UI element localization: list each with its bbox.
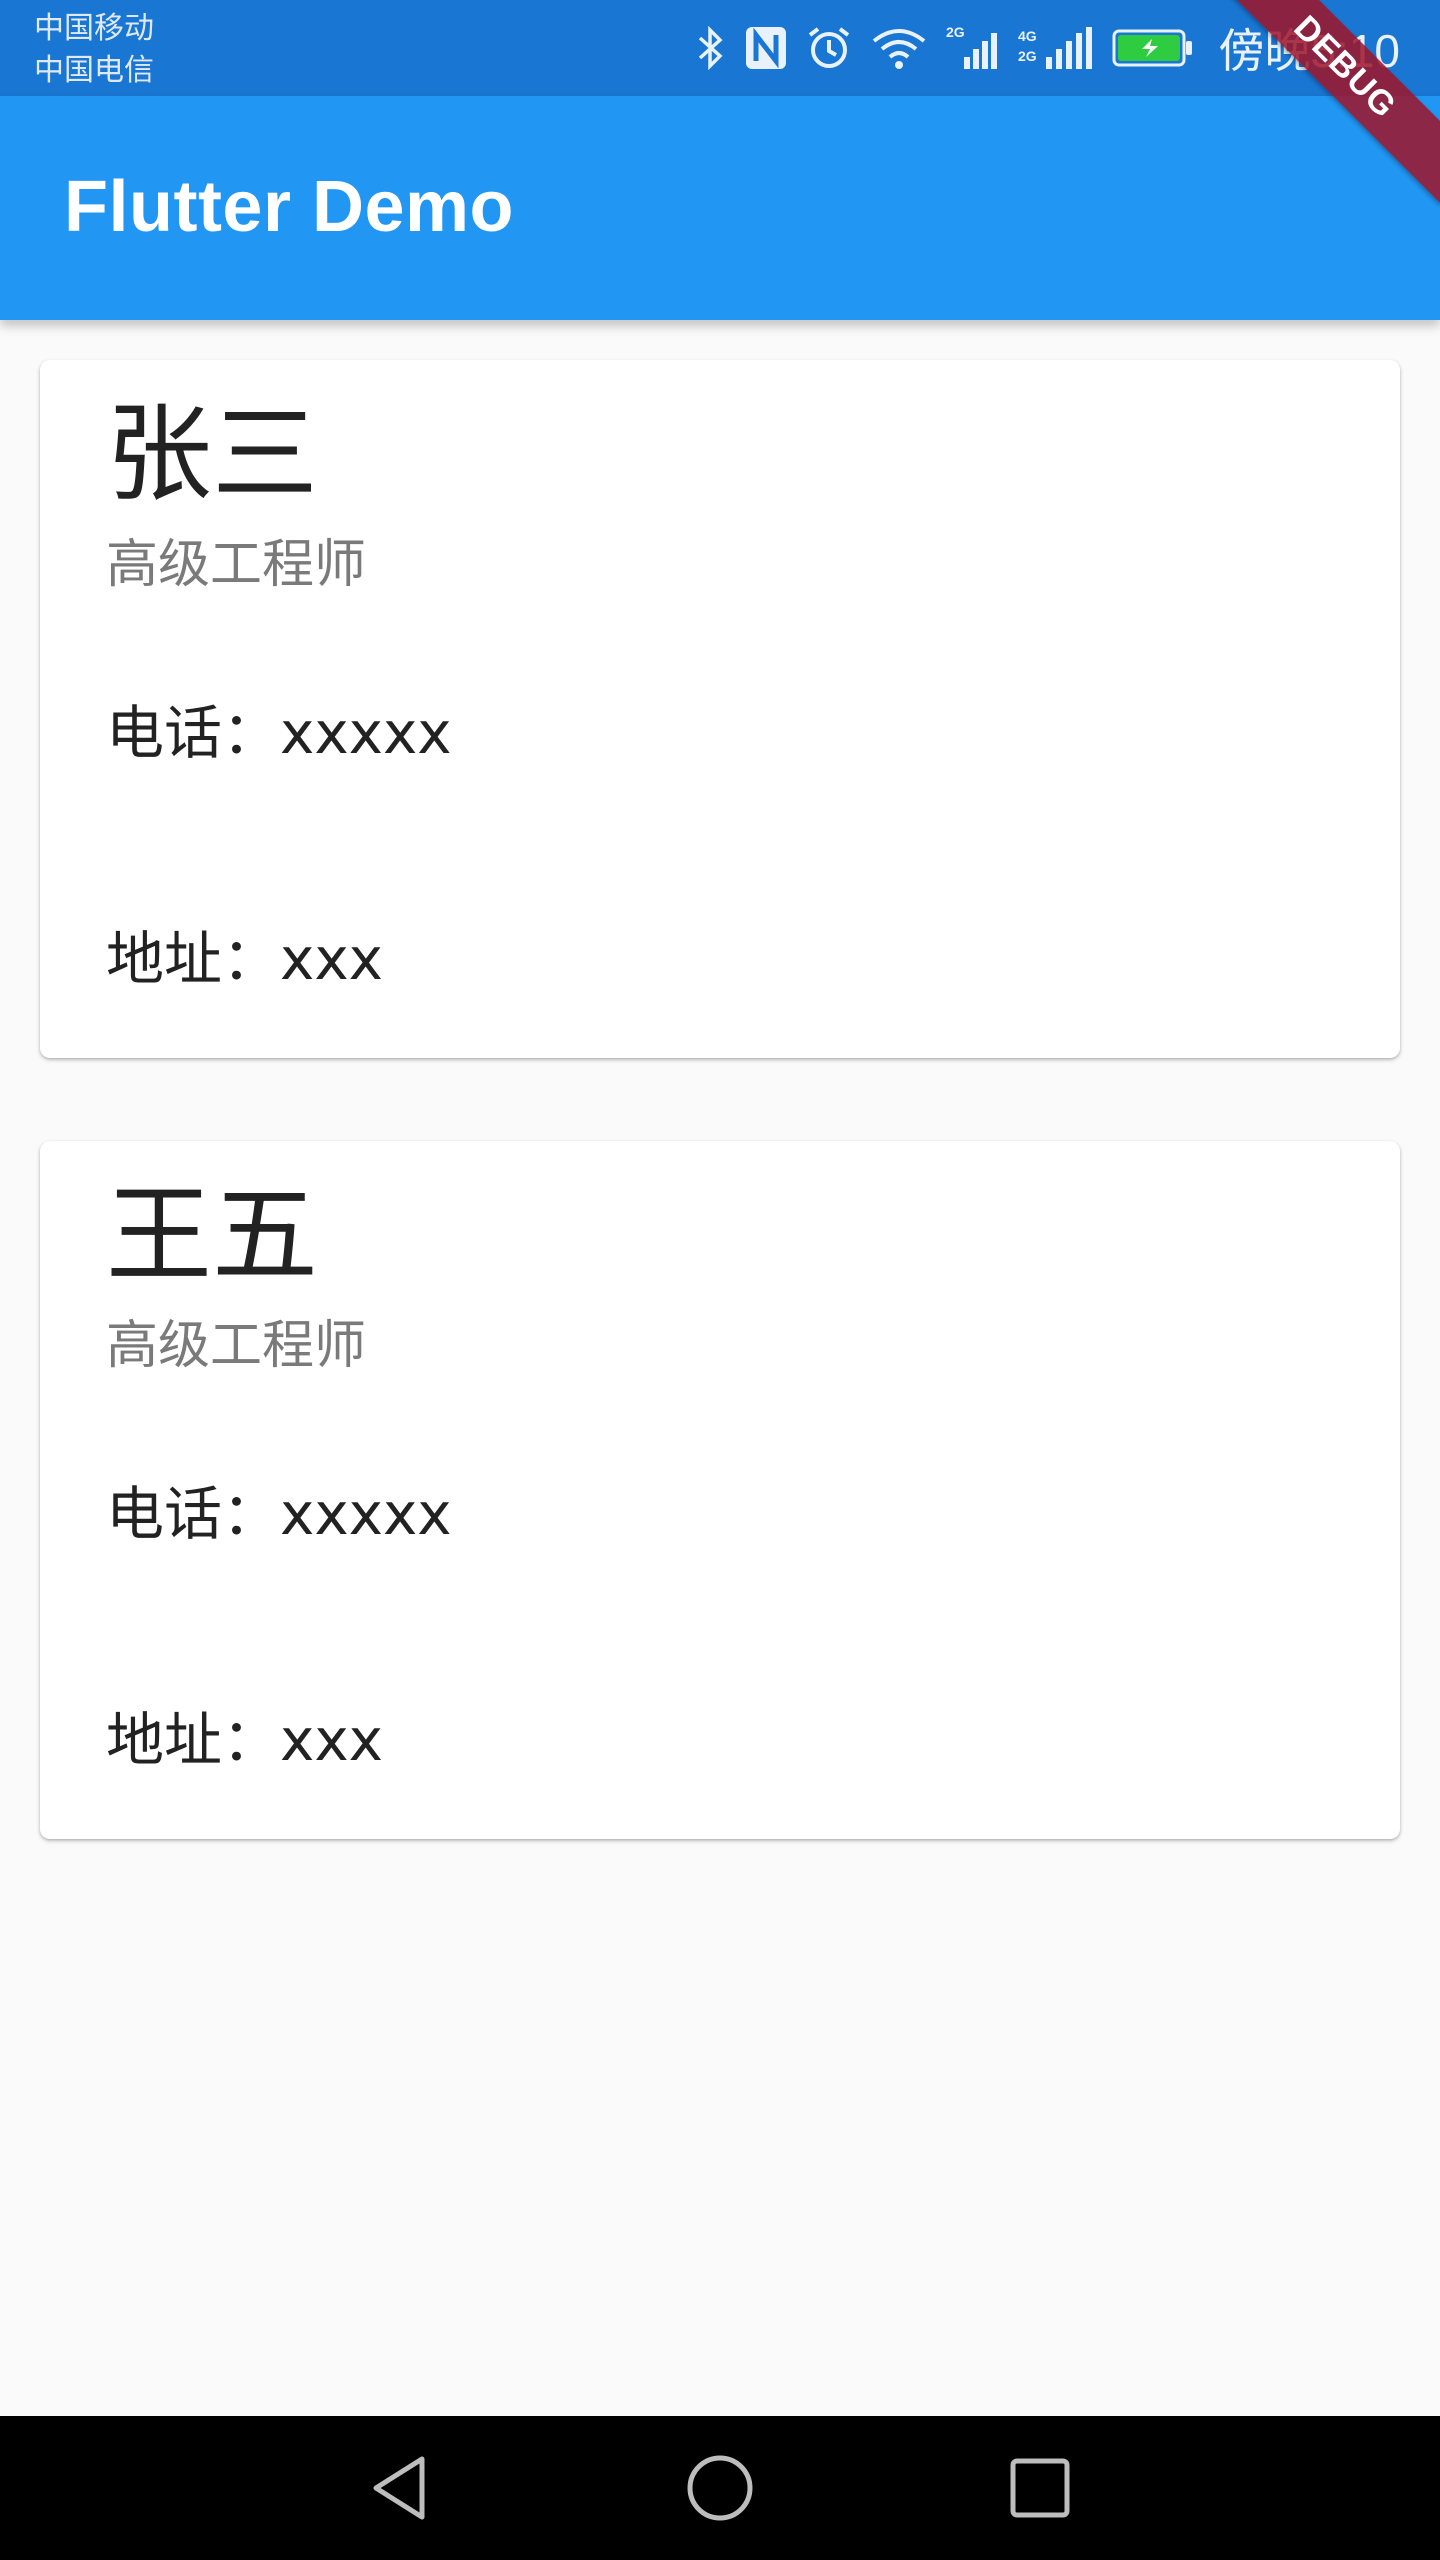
nav-back-button[interactable] [328, 2416, 472, 2560]
nfc-icon [744, 25, 788, 71]
carrier-2: 中国电信 [34, 53, 154, 88]
battery-charging-icon [1112, 27, 1194, 69]
contact-card: 张三 高级工程师 电话：xxxxx 地址：xxx [40, 360, 1400, 1058]
contact-job-title: 高级工程师 [106, 1316, 367, 1376]
nav-home-button[interactable] [648, 2416, 792, 2560]
navigation-bar [0, 2416, 1440, 2560]
carrier-1: 中国移动 [34, 11, 154, 46]
contact-address: 地址：xxx [106, 925, 383, 993]
app-bar-title: Flutter Demo [64, 167, 515, 247]
contact-job-title: 高级工程师 [106, 535, 367, 595]
bluetooth-icon [696, 24, 726, 72]
signal-2g-icon: 2G [946, 23, 1000, 73]
contact-address: 地址：xxx [106, 1706, 383, 1774]
back-icon [373, 2456, 425, 2520]
contact-name: 张三 [106, 393, 318, 516]
carrier-info: 中国移动 中国电信 [34, 8, 154, 92]
contact-phone: 电话：xxxxx [106, 699, 452, 767]
app-bar: Flutter Demo [0, 96, 1440, 320]
nav-recents-button[interactable] [968, 2416, 1112, 2560]
recents-icon [1010, 2458, 1070, 2518]
svg-text:2G: 2G [946, 24, 965, 40]
wifi-icon [870, 25, 928, 71]
status-bar: 中国移动 中国电信 2G 4G2G 傍晚5:10 [0, 0, 1440, 96]
signal-4g-2g-icon: 4G 2G [1018, 23, 1094, 73]
home-icon [687, 2455, 753, 2521]
svg-text:4G: 4G [1018, 28, 1037, 44]
contact-phone: 电话：xxxxx [106, 1480, 452, 1548]
contact-card: 王五 高级工程师 电话：xxxxx 地址：xxx [40, 1141, 1400, 1839]
alarm-icon [806, 25, 852, 71]
contact-name: 王五 [106, 1174, 318, 1297]
svg-text:2G: 2G [1018, 48, 1037, 64]
